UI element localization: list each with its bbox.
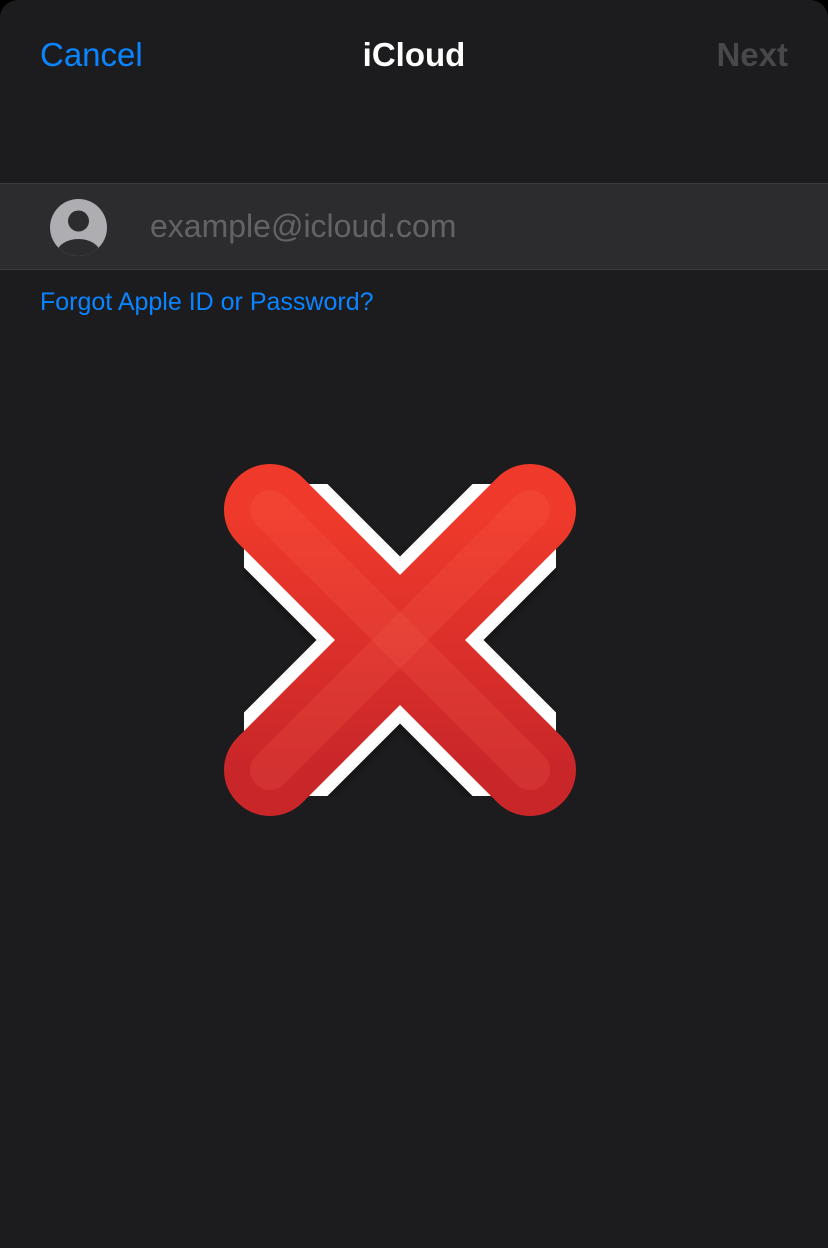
navigation-bar: Cancel iCloud Next bbox=[0, 0, 828, 116]
apple-id-field-row bbox=[0, 183, 828, 270]
email-field[interactable] bbox=[150, 184, 790, 269]
cross-mark-icon bbox=[211, 451, 589, 829]
forgot-apple-id-link[interactable]: Forgot Apple ID or Password? bbox=[40, 288, 374, 317]
icloud-signin-sheet: Cancel iCloud Next Forgot Apple ID or Pa… bbox=[0, 0, 828, 1248]
next-button[interactable]: Next bbox=[716, 36, 788, 74]
page-title: iCloud bbox=[362, 36, 466, 73]
person-circle-icon bbox=[50, 199, 107, 256]
